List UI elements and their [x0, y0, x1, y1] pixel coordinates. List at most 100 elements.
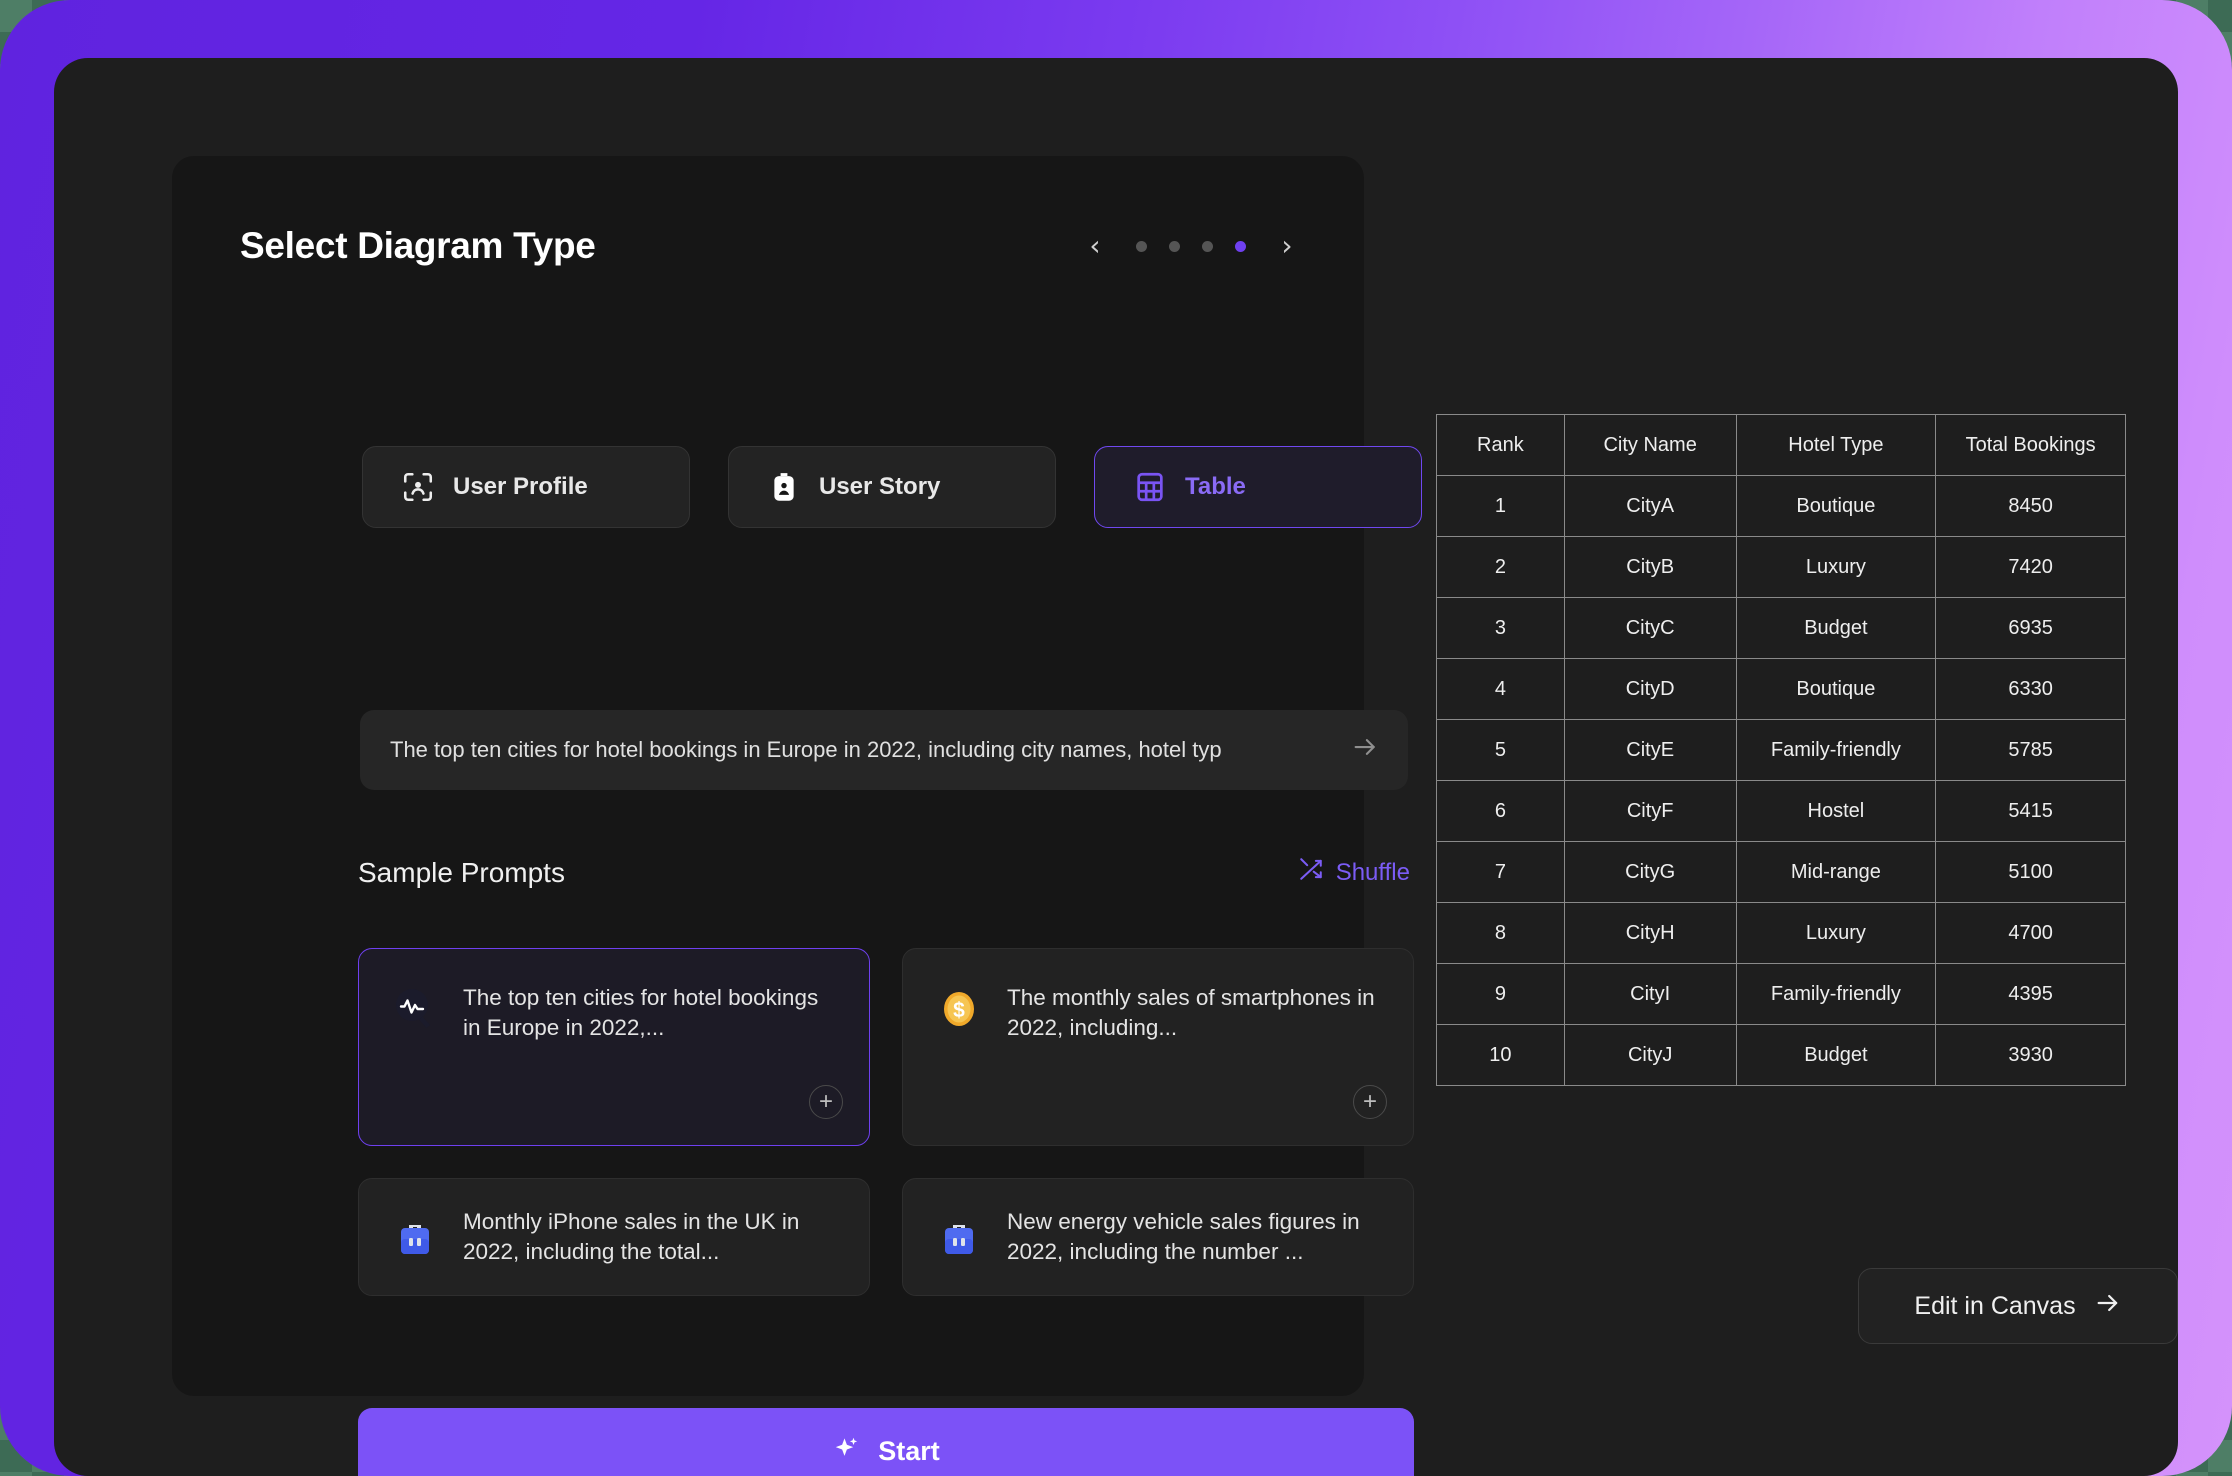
add-prompt-button[interactable]: +	[809, 1085, 843, 1119]
table-header-cell: Hotel Type	[1735, 414, 1937, 476]
carousel-dot-active[interactable]	[1235, 240, 1246, 252]
start-button[interactable]: Start	[358, 1408, 1414, 1476]
table-cell: 5415	[1935, 780, 2126, 842]
app-window: Select Diagram Type ‹ › User Profile Use…	[54, 58, 2178, 1476]
table-cell: CityB	[1563, 536, 1737, 598]
table-cell: 6	[1436, 780, 1565, 842]
table-cell: 7	[1436, 841, 1565, 903]
shuffle-icon	[1298, 856, 1324, 889]
edit-in-canvas-label: Edit in Canvas	[1914, 1291, 2076, 1320]
table-cell: 3	[1436, 597, 1565, 659]
carousel-pagination: ‹ ›	[1082, 229, 1300, 263]
table-cell: Family-friendly	[1735, 963, 1937, 1025]
table-cell: CityI	[1563, 963, 1737, 1025]
table-row: 4 CityD Boutique 6330	[1436, 658, 2126, 720]
table-header-cell: Rank	[1436, 414, 1565, 476]
table-cell: 5	[1436, 719, 1565, 781]
table-cell: 5100	[1935, 841, 2126, 903]
table-cell: Budget	[1735, 597, 1937, 659]
prompt-input-value[interactable]: The top ten cities for hotel bookings in…	[390, 737, 1350, 763]
diagram-type-label: User Profile	[453, 473, 588, 500]
prompt-input[interactable]: The top ten cities for hotel bookings in…	[360, 710, 1408, 790]
table-cell: 8450	[1935, 475, 2126, 537]
table-cell: CityH	[1563, 902, 1737, 964]
table-row: 3 CityC Budget 6935	[1436, 597, 2126, 659]
carousel-dot[interactable]	[1202, 240, 1213, 252]
diagram-type-options: User Profile User Story Table	[362, 446, 1422, 528]
svg-text:$: $	[953, 999, 965, 1022]
table-cell: 4	[1436, 658, 1565, 720]
table-cell: Budget	[1735, 1024, 1937, 1086]
gold-coin-icon: $	[933, 983, 985, 1035]
edit-in-canvas-button[interactable]: Edit in Canvas	[1858, 1268, 2178, 1344]
table-cell: CityD	[1563, 658, 1737, 720]
table-cell: Family-friendly	[1735, 719, 1937, 781]
carousel-next-icon[interactable]: ›	[1274, 229, 1300, 263]
briefcase-icon	[389, 1211, 441, 1263]
table-row: 5 CityE Family-friendly 5785	[1436, 719, 2126, 781]
table-row: 8 CityH Luxury 4700	[1436, 902, 2126, 964]
sample-prompts-title: Sample Prompts	[358, 856, 565, 888]
table-cell: 4700	[1935, 902, 2126, 964]
table-row: 6 CityF Hostel 5415	[1436, 780, 2126, 842]
pulse-search-icon	[389, 983, 441, 1035]
table-header-row: Rank City Name Hotel Type Total Bookings	[1436, 414, 2126, 476]
sample-prompt-card[interactable]: New energy vehicle sales figures in 2022…	[902, 1178, 1414, 1296]
sample-prompts-header: Sample Prompts Shuffle	[358, 856, 1410, 889]
table-header-cell: Total Bookings	[1935, 414, 2126, 476]
carousel-prev-icon[interactable]: ‹	[1082, 229, 1108, 263]
table-cell: 3930	[1935, 1024, 2126, 1086]
table-cell: Hostel	[1735, 780, 1937, 842]
carousel-dots	[1136, 240, 1246, 252]
table-cell: 2	[1436, 536, 1565, 598]
preview-panel: Rank City Name Hotel Type Total Bookings…	[1364, 156, 2178, 1396]
table-cell: Boutique	[1735, 475, 1937, 537]
table-cell: 4395	[1935, 963, 2126, 1025]
table-cell: CityF	[1563, 780, 1737, 842]
diagram-type-panel: Select Diagram Type ‹ › User Profile Use…	[172, 156, 1422, 1476]
table-cell: 7420	[1935, 536, 2126, 598]
table-grid-icon	[1133, 470, 1167, 504]
table-row: 10 CityJ Budget 3930	[1436, 1024, 2126, 1086]
table-cell: Luxury	[1735, 536, 1937, 598]
sample-prompt-card[interactable]: Monthly iPhone sales in the UK in 2022, …	[358, 1178, 870, 1296]
sample-prompt-text: New energy vehicle sales figures in 2022…	[1007, 1208, 1360, 1264]
table-cell: CityG	[1563, 841, 1737, 903]
sample-prompt-text: The top ten cities for hotel bookings in…	[463, 985, 819, 1041]
start-button-label: Start	[878, 1435, 940, 1466]
diagram-type-user-story[interactable]: User Story	[728, 446, 1056, 528]
diagram-type-label: Table	[1185, 473, 1246, 500]
carousel-dot[interactable]	[1136, 240, 1147, 252]
user-badge-icon	[767, 470, 801, 504]
table-cell: CityC	[1563, 597, 1737, 659]
table-cell: Luxury	[1735, 902, 1937, 964]
briefcase-icon	[933, 1211, 985, 1263]
hotel-bookings-table: Rank City Name Hotel Type Total Bookings…	[1436, 414, 2126, 1086]
diagram-type-user-profile[interactable]: User Profile	[362, 446, 690, 528]
carousel-dot[interactable]	[1169, 240, 1180, 252]
table-row: 7 CityG Mid-range 5100	[1436, 841, 2126, 903]
table-row: 2 CityB Luxury 7420	[1436, 536, 2126, 598]
table-cell: Mid-range	[1735, 841, 1937, 903]
user-scan-icon	[401, 470, 435, 504]
sample-prompt-card[interactable]: The top ten cities for hotel bookings in…	[358, 948, 870, 1146]
table-header-cell: City Name	[1563, 414, 1737, 476]
table-cell: CityJ	[1563, 1024, 1737, 1086]
table-cell: Boutique	[1735, 658, 1937, 720]
table-cell: 1	[1436, 475, 1565, 537]
panel-header: Select Diagram Type ‹ ›	[240, 216, 1300, 276]
sample-prompt-text: The monthly sales of smartphones in 2022…	[1007, 985, 1375, 1041]
sample-prompt-cards: The top ten cities for hotel bookings in…	[358, 948, 1414, 1296]
table-cell: 9	[1436, 963, 1565, 1025]
table-cell: 8	[1436, 902, 1565, 964]
table-cell: CityE	[1563, 719, 1737, 781]
sample-prompt-card[interactable]: $ The monthly sales of smartphones in 20…	[902, 948, 1414, 1146]
table-cell: 6330	[1935, 658, 2126, 720]
table-row: 1 CityA Boutique 8450	[1436, 475, 2126, 537]
table-row: 9 CityI Family-friendly 4395	[1436, 963, 2126, 1025]
sample-prompt-text: Monthly iPhone sales in the UK in 2022, …	[463, 1208, 800, 1264]
table-cell: 10	[1436, 1024, 1565, 1086]
diagram-type-label: User Story	[819, 473, 941, 500]
arrow-right-icon	[2094, 1289, 2122, 1324]
table-cell: 6935	[1935, 597, 2126, 659]
